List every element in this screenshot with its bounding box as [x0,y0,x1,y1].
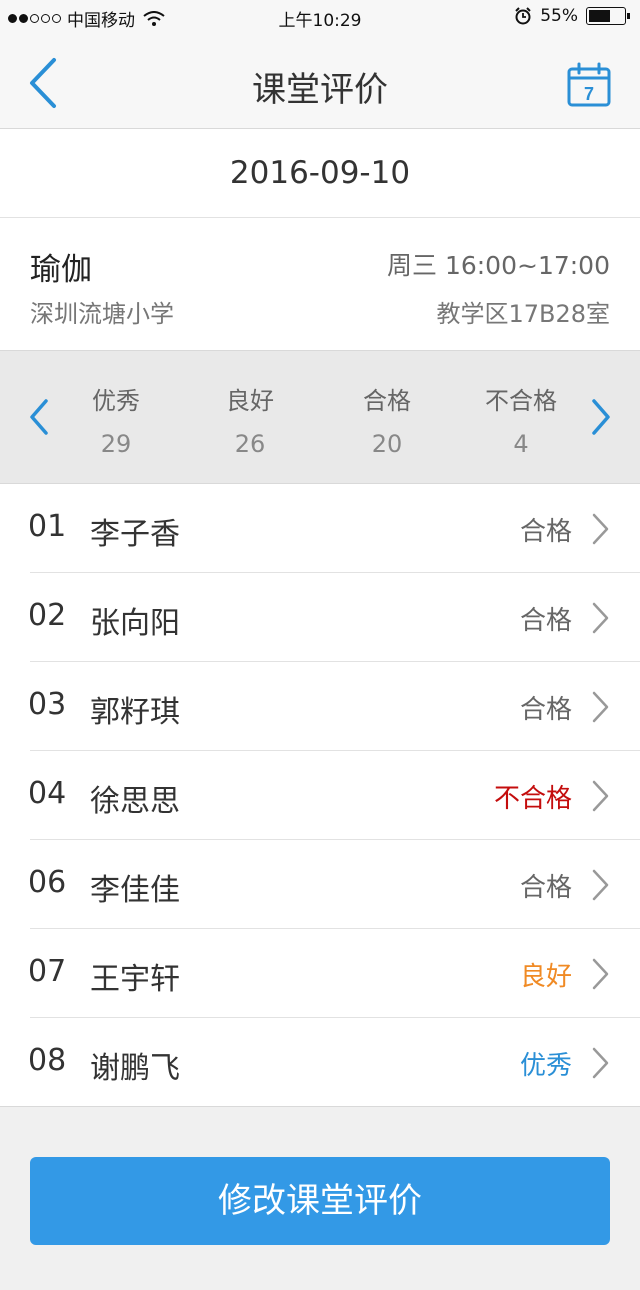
course-room: 教学区17B28室 [436,300,610,328]
student-grade: 合格 [519,873,572,903]
student-grade: 不合格 [493,784,572,814]
student-number: 04 [28,776,67,811]
student-name: 李佳佳 [90,873,180,908]
student-name: 张向阳 [90,606,180,641]
nav-bar: 课堂评价 7 [0,34,640,129]
chevron-right-icon [592,513,609,545]
student-name: 郭籽琪 [90,695,180,730]
student-row[interactable]: 07 王宇轩 良好 [0,929,640,1018]
course-info: 瑜伽 深圳流塘小学 周三 16:00~17:00 教学区17B28室 [0,218,640,351]
student-row[interactable]: 06 李佳佳 合格 [0,840,640,929]
next-arrow-icon[interactable] [588,397,612,437]
stat-count: 20 [371,430,403,458]
prev-arrow-icon[interactable] [28,397,52,437]
stat-pass: 合格 20 [327,381,447,458]
chevron-right-icon [592,1047,609,1079]
status-right: 55% [514,6,630,26]
student-name: 谢鹏飞 [90,1051,180,1086]
stat-label: 不合格 [485,387,557,415]
student-number: 08 [28,1043,67,1078]
student-name: 王宇轩 [90,962,180,997]
chevron-right-icon [592,958,609,990]
page-title: 课堂评价 [252,70,388,110]
student-list: 01 李子香 合格 02 张向阳 合格 03 郭籽琪 合格 04 徐思思 不合格… [0,484,640,1107]
student-number: 02 [28,598,67,633]
alarm-icon [515,7,531,25]
student-row[interactable]: 02 张向阳 合格 [0,573,640,662]
student-number: 01 [28,509,67,544]
chevron-right-icon [592,780,609,812]
stat-fail: 不合格 4 [461,381,581,458]
student-name: 李子香 [90,517,180,552]
student-row[interactable]: 03 郭籽琪 合格 [0,662,640,751]
student-grade: 良好 [519,962,572,992]
date-label: 2016-09-10 [0,129,640,218]
student-number: 07 [28,954,67,989]
stat-good: 良好 26 [190,381,310,458]
student-row[interactable]: 08 谢鹏飞 优秀 [0,1018,640,1107]
battery-percent: 55% [540,6,578,26]
modify-evaluation-button[interactable]: 修改课堂评价 [30,1157,610,1245]
chevron-right-icon [592,691,609,723]
student-row[interactable]: 04 徐思思 不合格 [0,751,640,840]
chevron-right-icon [592,602,609,634]
grade-summary: 优秀 29 良好 26 合格 20 不合格 4 [0,351,640,484]
student-number: 06 [28,865,67,900]
course-time: 周三 16:00~17:00 [387,251,610,280]
course-school: 深圳流塘小学 [30,300,174,328]
course-name: 瑜伽 [30,252,92,288]
stat-count: 29 [100,430,132,458]
chevron-right-icon [592,869,609,901]
student-row[interactable]: 01 李子香 合格 [0,484,640,573]
student-grade: 合格 [519,695,572,725]
calendar-button[interactable]: 7 [566,62,612,108]
stat-label: 良好 [226,387,274,415]
stat-count: 4 [513,430,529,458]
student-grade: 合格 [519,517,572,547]
battery-icon [586,7,630,25]
stat-excellent: 优秀 29 [56,381,176,458]
student-number: 03 [28,687,67,722]
student-name: 徐思思 [90,784,180,819]
student-grade: 合格 [519,606,572,636]
calendar-day: 7 [584,84,594,104]
student-grade: 优秀 [519,1051,572,1081]
stat-label: 合格 [363,387,411,415]
stat-label: 优秀 [92,387,140,415]
stat-count: 26 [234,430,266,458]
status-bar: 中国移动 上午10:29 55% [0,0,640,34]
